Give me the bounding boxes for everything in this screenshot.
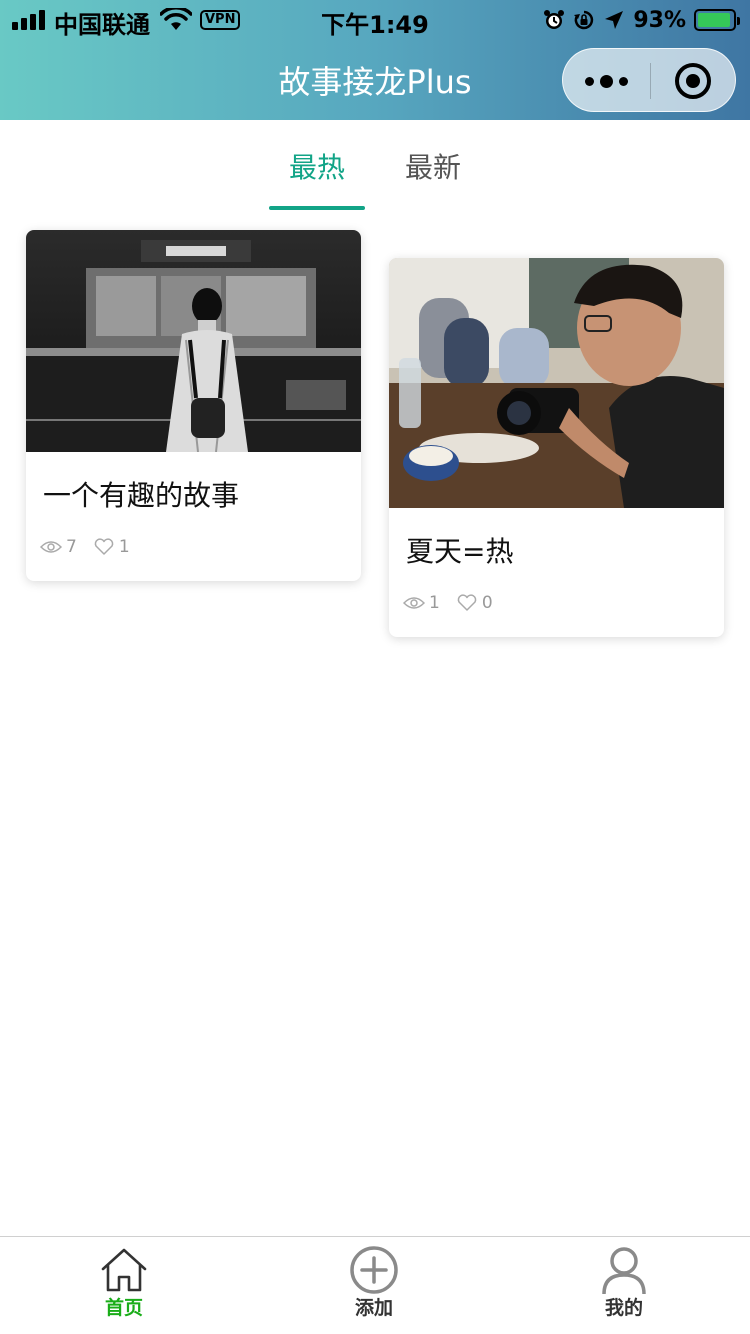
battery-level	[698, 13, 730, 27]
story-stats: 7 1	[40, 535, 146, 559]
heart-icon[interactable]	[93, 538, 115, 556]
tab-new[interactable]: 最新	[385, 148, 481, 188]
add-circle-icon	[350, 1246, 398, 1294]
status-right-group: 93%	[543, 6, 740, 34]
story-cover-image	[389, 258, 724, 508]
sort-tabs: 最热 最新	[0, 120, 750, 220]
more-icon[interactable]	[563, 49, 650, 113]
story-card[interactable]: 夏天=热 1 0	[389, 258, 724, 637]
view-count: 1	[429, 593, 440, 613]
home-icon	[101, 1248, 147, 1292]
story-cover-image	[26, 230, 361, 452]
like-count: 0	[481, 593, 493, 613]
location-icon	[605, 11, 624, 29]
tab-hot[interactable]: 最热	[269, 148, 365, 188]
subway-photo	[26, 230, 361, 452]
close-target-icon[interactable]	[675, 63, 711, 99]
mini-program-capsule	[562, 48, 736, 112]
tabbar-item-me[interactable]: 我的	[564, 1245, 684, 1329]
heart-icon[interactable]	[456, 594, 478, 612]
battery-icon	[694, 9, 740, 31]
active-tab-indicator	[269, 206, 365, 210]
bottom-tab-bar: 首页 添加 我的	[0, 1236, 750, 1334]
story-title: 一个有趣的故事	[43, 479, 240, 512]
tabbar-item-add[interactable]: 添加	[314, 1245, 434, 1329]
battery-percent: 93%	[633, 7, 686, 33]
rotation-lock-icon	[574, 10, 594, 30]
user-icon	[602, 1247, 646, 1295]
story-card[interactable]: 一个有趣的故事 7 1	[26, 230, 361, 581]
story-title: 夏天=热	[406, 535, 514, 568]
alarm-icon	[544, 10, 565, 29]
tabbar-label: 添加	[354, 1297, 393, 1319]
eye-icon	[403, 597, 425, 609]
photographer-photo	[389, 258, 724, 508]
capsule-divider	[650, 63, 651, 99]
like-count: 1	[118, 537, 130, 557]
tabbar-label: 首页	[104, 1297, 143, 1319]
eye-icon	[40, 541, 62, 553]
view-count: 7	[66, 537, 77, 557]
status-bar: 中国联通 VPN 下午1:49 93%	[0, 0, 750, 40]
story-stats: 1 0	[403, 591, 509, 615]
tabbar-label: 我的	[604, 1297, 643, 1319]
tabbar-item-home[interactable]: 首页	[64, 1245, 184, 1329]
app-header: 中国联通 VPN 下午1:49 93% 故事接龙Plus	[0, 0, 750, 120]
